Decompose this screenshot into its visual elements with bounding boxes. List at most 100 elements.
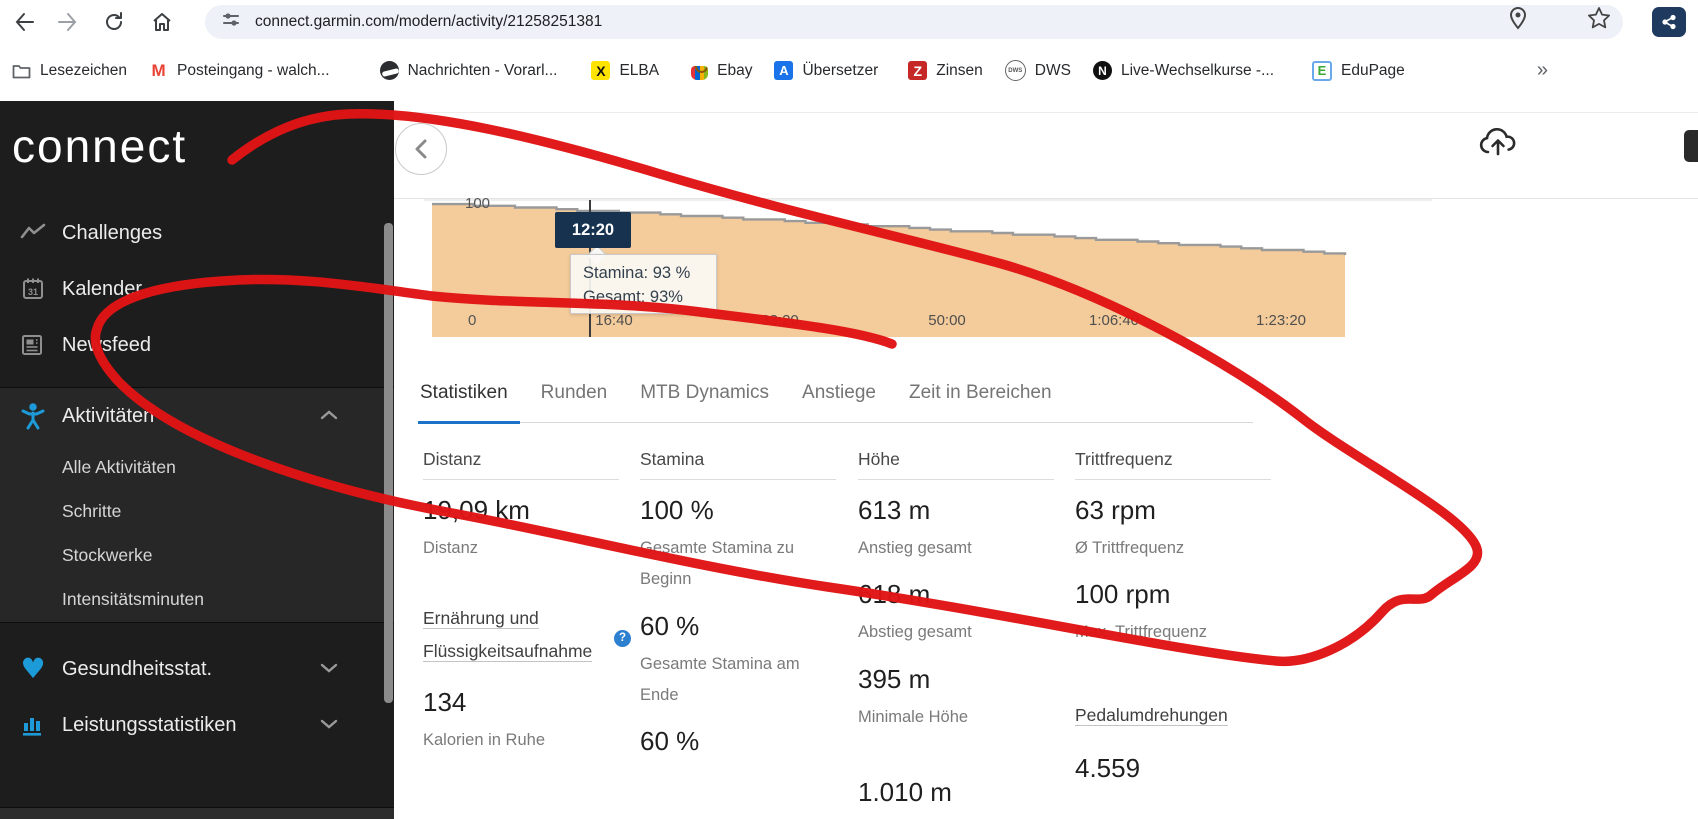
elba-icon: X (591, 61, 610, 80)
home-icon[interactable] (144, 4, 180, 40)
sidebar-next-section (0, 808, 394, 819)
bookmark-nachrichten[interactable]: Nachrichten - Vorarl... (380, 61, 558, 80)
bookmark-wechselkurse[interactable]: N Live-Wechselkurse -... (1093, 61, 1274, 80)
sidebar-item-alle-aktivitaeten[interactable]: Alle Aktivitäten (0, 447, 394, 487)
health-heart-icon: ♥ (20, 656, 46, 682)
translate-icon: A (774, 61, 793, 80)
sidebar-item-leistungsstatistiken[interactable]: Leistungsstatistiken (0, 705, 394, 745)
back-button[interactable] (395, 123, 447, 175)
sidebar-item-stockwerke[interactable]: Stockwerke (0, 535, 394, 575)
ebay-bag-icon (691, 66, 708, 80)
stats-col-trittfrequenz: Trittfrequenz 63 rpm Ø Trittfrequenz 100… (1075, 449, 1271, 784)
section-ernaehrung[interactable]: Ernährung und Flüssigkeitsaufnahme ? (423, 602, 619, 667)
sidebar-item-gesundheitsstat[interactable]: ♥ Gesundheitsstat. (0, 649, 394, 689)
sidebar-item-schritte[interactable]: Schritte (0, 491, 394, 531)
tab-zeit-in-bereichen[interactable]: Zeit in Bereichen (909, 382, 1052, 422)
connect-logo[interactable]: connect (12, 119, 187, 173)
bookmark-star-icon[interactable] (1586, 5, 1612, 31)
notification-icon-partial[interactable] (1684, 130, 1698, 162)
sidebar-item-aktivitaeten[interactable]: Aktivitäten (0, 396, 394, 436)
stat-kalorien-in-ruhe: 134 Kalorien in Ruhe (423, 687, 619, 756)
x-axis-tick: 33:20 (761, 312, 799, 329)
stat-stamina-3: 60 % (640, 726, 836, 757)
sidebar-divider (0, 622, 394, 623)
x-axis-tick: 1:23:20 (1256, 312, 1306, 329)
stat-stamina-ende: 60 % Gesamte Stamina am Ende (640, 611, 836, 712)
browser-toolbar: connect.garmin.com/modern/activity/21258… (0, 0, 1698, 44)
zinsen-icon: Z (908, 61, 927, 80)
bookmarks-overflow-chevron[interactable]: » (1537, 59, 1548, 82)
header-divider (394, 112, 1698, 113)
sidebar-item-kalender[interactable]: 31 Kalender (0, 269, 394, 309)
bookmark-uebersetzer[interactable]: A Übersetzer (774, 61, 878, 80)
stat-abstieg-gesamt: 618 m Abstieg gesamt (858, 579, 1054, 648)
stat-pedalumdrehungen: 4.559 (1075, 753, 1271, 784)
bookmarks-bar: Lesezeichen M Posteingang - walch... Nac… (0, 44, 1698, 98)
back-nav-icon[interactable] (6, 4, 42, 40)
stat-anstieg-gesamt: 613 m Anstieg gesamt (858, 495, 1054, 564)
bookmark-posteingang[interactable]: M Posteingang - walch... (149, 61, 330, 80)
extension-icon[interactable] (1652, 7, 1686, 37)
tab-runden[interactable]: Runden (541, 382, 608, 422)
tooltip-time-badge: 12:20 (555, 212, 631, 248)
investing-icon: N (1093, 61, 1112, 80)
site-info-icon[interactable] (221, 10, 241, 35)
activity-tabs: Statistiken Runden MTB Dynamics Anstiege… (420, 382, 1253, 423)
sidebar-item-newsfeed[interactable]: Newsfeed (0, 325, 394, 365)
dws-icon: DWS (1005, 60, 1026, 81)
activities-person-icon (20, 403, 46, 429)
tooltip-stamina-value: Stamina: 93 % (583, 261, 716, 285)
bookmark-ebay[interactable]: Ebay (691, 62, 752, 80)
chevron-up-icon (320, 407, 338, 425)
tab-anstiege[interactable]: Anstiege (802, 382, 876, 422)
sidebar-item-challenges[interactable]: Challenges (0, 213, 394, 253)
stat-minimale-hoehe: 395 m Minimale Höhe (858, 664, 1054, 733)
chart-tooltip: Stamina: 93 % Gesamt: 93% (570, 254, 717, 314)
help-icon[interactable]: ? (614, 630, 631, 647)
sidebar: connect Challenges 31 Kalender Newsfeed (0, 101, 394, 819)
chevron-down-icon (320, 660, 338, 678)
tab-mtb-dynamics[interactable]: MTB Dynamics (640, 382, 769, 422)
cloud-upload-icon[interactable] (1478, 125, 1518, 161)
calendar-day-text: 31 (28, 287, 38, 297)
stat-maximale-hoehe: 1.010 m (858, 777, 1054, 808)
stat-max-trittfrequenz: 100 rpm Max. Trittfrequenz (1075, 579, 1271, 648)
edupage-icon: E (1312, 61, 1332, 81)
forward-nav-icon[interactable] (50, 4, 86, 40)
chevron-down-icon (320, 716, 338, 734)
bookmark-elba[interactable]: X ELBA (591, 61, 659, 80)
x-axis-tick: 50:00 (928, 312, 966, 329)
section-pedalumdrehungen[interactable]: Pedalumdrehungen (1075, 699, 1271, 731)
stat-stamina-beginn: 100 % Gesamte Stamina zu Beginn (640, 495, 836, 596)
newsfeed-icon (20, 332, 46, 358)
stat-distanz: 19,09 km Distanz (423, 495, 619, 564)
bookmark-lesezeichen[interactable]: Lesezeichen (12, 61, 127, 80)
stat-avg-trittfrequenz: 63 rpm Ø Trittfrequenz (1075, 495, 1271, 564)
reload-icon[interactable] (96, 4, 132, 40)
sidebar-scrollbar[interactable] (384, 223, 393, 703)
location-pin-icon[interactable] (1505, 5, 1531, 31)
column-header: Stamina (640, 449, 836, 480)
gmail-icon: M (149, 61, 168, 80)
garmin-connect-app: connect Challenges 31 Kalender Newsfeed (0, 97, 1698, 819)
challenges-icon (20, 220, 46, 246)
bookmark-zinsen[interactable]: Z Zinsen (908, 61, 983, 80)
news-globe-icon (380, 61, 399, 80)
bookmark-dws[interactable]: DWS DWS (1005, 60, 1071, 81)
url-text[interactable]: connect.garmin.com/modern/activity/21258… (255, 13, 602, 31)
x-axis-tick: 16:40 (595, 312, 633, 329)
x-axis-tick: 1:06:40 (1089, 312, 1139, 329)
sidebar-item-intensitaetsminuten[interactable]: Intensitätsminuten (0, 579, 394, 619)
bookmark-edupage[interactable]: E EduPage (1312, 61, 1405, 81)
url-bar[interactable]: connect.garmin.com/modern/activity/21258… (205, 5, 1623, 39)
activity-page: 100 0 16:40 33:20 50:00 1:06:40 1:23:20 … (394, 97, 1698, 819)
stats-col-hoehe: Höhe 613 m Anstieg gesamt 618 m Abstieg … (858, 449, 1054, 808)
tab-statistiken[interactable]: Statistiken (420, 382, 508, 422)
stats-col-stamina: Stamina 100 % Gesamte Stamina zu Beginn … (640, 449, 836, 757)
y-axis-label-min: 0 (468, 312, 476, 329)
column-header: Distanz (423, 449, 619, 480)
column-header: Trittfrequenz (1075, 449, 1271, 480)
calendar-icon: 31 (20, 276, 46, 302)
stamina-chart[interactable]: 100 0 16:40 33:20 50:00 1:06:40 1:23:20 … (424, 199, 1434, 341)
folder-icon (12, 61, 31, 80)
